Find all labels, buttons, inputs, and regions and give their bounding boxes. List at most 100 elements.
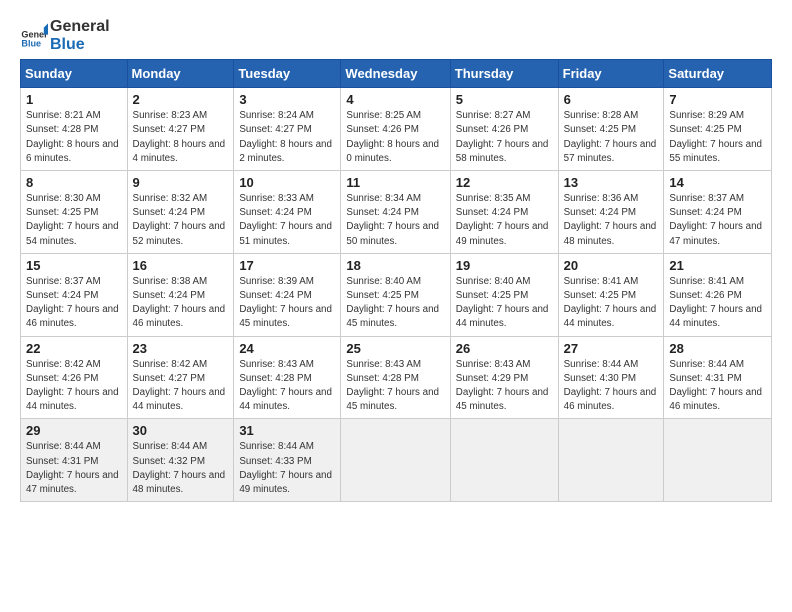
day-info: Sunrise: 8:29 AM Sunset: 4:25 PM Dayligh…	[669, 109, 766, 166]
day-info: Sunrise: 8:36 AM Sunset: 4:24 PM Dayligh…	[564, 192, 659, 249]
day-header-thursday: Thursday	[450, 60, 558, 88]
calendar-cell: 10 Sunrise: 8:33 AM Sunset: 4:24 PM Dayl…	[234, 171, 341, 254]
day-number: 14	[669, 175, 766, 190]
calendar-cell: 22 Sunrise: 8:42 AM Sunset: 4:26 PM Dayl…	[21, 336, 128, 419]
week-row-1: 1 Sunrise: 8:21 AM Sunset: 4:28 PM Dayli…	[21, 88, 772, 171]
week-row-2: 8 Sunrise: 8:30 AM Sunset: 4:25 PM Dayli…	[21, 171, 772, 254]
day-info: Sunrise: 8:33 AM Sunset: 4:24 PM Dayligh…	[239, 192, 335, 249]
calendar-cell: 17 Sunrise: 8:39 AM Sunset: 4:24 PM Dayl…	[234, 253, 341, 336]
day-header-wednesday: Wednesday	[341, 60, 450, 88]
calendar-cell: 15 Sunrise: 8:37 AM Sunset: 4:24 PM Dayl…	[21, 253, 128, 336]
day-number: 21	[669, 258, 766, 273]
calendar-cell: 21 Sunrise: 8:41 AM Sunset: 4:26 PM Dayl…	[664, 253, 772, 336]
day-number: 18	[346, 258, 444, 273]
week-row-4: 22 Sunrise: 8:42 AM Sunset: 4:26 PM Dayl…	[21, 336, 772, 419]
calendar-cell: 27 Sunrise: 8:44 AM Sunset: 4:30 PM Dayl…	[558, 336, 664, 419]
calendar-cell: 20 Sunrise: 8:41 AM Sunset: 4:25 PM Dayl…	[558, 253, 664, 336]
calendar-cell: 19 Sunrise: 8:40 AM Sunset: 4:25 PM Dayl…	[450, 253, 558, 336]
day-number: 17	[239, 258, 335, 273]
logo-blue: Blue	[50, 36, 85, 53]
calendar-cell: 9 Sunrise: 8:32 AM Sunset: 4:24 PM Dayli…	[127, 171, 234, 254]
day-number: 7	[669, 92, 766, 107]
day-number: 16	[133, 258, 229, 273]
day-number: 3	[239, 92, 335, 107]
day-number: 31	[239, 423, 335, 438]
day-info: Sunrise: 8:21 AM Sunset: 4:28 PM Dayligh…	[26, 109, 122, 166]
day-info: Sunrise: 8:43 AM Sunset: 4:28 PM Dayligh…	[239, 358, 335, 415]
calendar-header-row: SundayMondayTuesdayWednesdayThursdayFrid…	[21, 60, 772, 88]
week-row-3: 15 Sunrise: 8:37 AM Sunset: 4:24 PM Dayl…	[21, 253, 772, 336]
calendar-cell: 5 Sunrise: 8:27 AM Sunset: 4:26 PM Dayli…	[450, 88, 558, 171]
calendar-cell: 8 Sunrise: 8:30 AM Sunset: 4:25 PM Dayli…	[21, 171, 128, 254]
day-number: 20	[564, 258, 659, 273]
week-row-5: 29 Sunrise: 8:44 AM Sunset: 4:31 PM Dayl…	[21, 419, 772, 502]
calendar-cell: 28 Sunrise: 8:44 AM Sunset: 4:31 PM Dayl…	[664, 336, 772, 419]
day-info: Sunrise: 8:32 AM Sunset: 4:24 PM Dayligh…	[133, 192, 229, 249]
day-number: 4	[346, 92, 444, 107]
day-info: Sunrise: 8:39 AM Sunset: 4:24 PM Dayligh…	[239, 275, 335, 332]
calendar-cell: 7 Sunrise: 8:29 AM Sunset: 4:25 PM Dayli…	[664, 88, 772, 171]
day-info: Sunrise: 8:38 AM Sunset: 4:24 PM Dayligh…	[133, 275, 229, 332]
day-number: 12	[456, 175, 553, 190]
calendar-cell: 29 Sunrise: 8:44 AM Sunset: 4:31 PM Dayl…	[21, 419, 128, 502]
day-header-sunday: Sunday	[21, 60, 128, 88]
calendar-cell: 24 Sunrise: 8:43 AM Sunset: 4:28 PM Dayl…	[234, 336, 341, 419]
day-info: Sunrise: 8:43 AM Sunset: 4:28 PM Dayligh…	[346, 358, 444, 415]
day-info: Sunrise: 8:42 AM Sunset: 4:26 PM Dayligh…	[26, 358, 122, 415]
calendar-cell: 1 Sunrise: 8:21 AM Sunset: 4:28 PM Dayli…	[21, 88, 128, 171]
day-number: 10	[239, 175, 335, 190]
day-header-monday: Monday	[127, 60, 234, 88]
day-info: Sunrise: 8:44 AM Sunset: 4:30 PM Dayligh…	[564, 358, 659, 415]
calendar-cell	[558, 419, 664, 502]
calendar-cell	[341, 419, 450, 502]
day-number: 26	[456, 341, 553, 356]
day-info: Sunrise: 8:44 AM Sunset: 4:31 PM Dayligh…	[26, 440, 122, 497]
day-info: Sunrise: 8:35 AM Sunset: 4:24 PM Dayligh…	[456, 192, 553, 249]
day-info: Sunrise: 8:37 AM Sunset: 4:24 PM Dayligh…	[669, 192, 766, 249]
calendar-cell: 13 Sunrise: 8:36 AM Sunset: 4:24 PM Dayl…	[558, 171, 664, 254]
day-info: Sunrise: 8:44 AM Sunset: 4:32 PM Dayligh…	[133, 440, 229, 497]
day-number: 23	[133, 341, 229, 356]
day-number: 1	[26, 92, 122, 107]
calendar-cell: 4 Sunrise: 8:25 AM Sunset: 4:26 PM Dayli…	[341, 88, 450, 171]
logo-text: General Blue	[50, 18, 110, 53]
day-info: Sunrise: 8:43 AM Sunset: 4:29 PM Dayligh…	[456, 358, 553, 415]
calendar-cell: 30 Sunrise: 8:44 AM Sunset: 4:32 PM Dayl…	[127, 419, 234, 502]
day-number: 27	[564, 341, 659, 356]
day-info: Sunrise: 8:23 AM Sunset: 4:27 PM Dayligh…	[133, 109, 229, 166]
day-number: 8	[26, 175, 122, 190]
day-info: Sunrise: 8:41 AM Sunset: 4:26 PM Dayligh…	[669, 275, 766, 332]
day-number: 15	[26, 258, 122, 273]
day-number: 25	[346, 341, 444, 356]
day-number: 6	[564, 92, 659, 107]
day-header-tuesday: Tuesday	[234, 60, 341, 88]
calendar-cell: 26 Sunrise: 8:43 AM Sunset: 4:29 PM Dayl…	[450, 336, 558, 419]
logo: General Blue General Blue	[20, 18, 110, 53]
calendar-cell: 3 Sunrise: 8:24 AM Sunset: 4:27 PM Dayli…	[234, 88, 341, 171]
calendar-cell: 6 Sunrise: 8:28 AM Sunset: 4:25 PM Dayli…	[558, 88, 664, 171]
day-info: Sunrise: 8:30 AM Sunset: 4:25 PM Dayligh…	[26, 192, 122, 249]
day-info: Sunrise: 8:40 AM Sunset: 4:25 PM Dayligh…	[346, 275, 444, 332]
calendar-cell: 12 Sunrise: 8:35 AM Sunset: 4:24 PM Dayl…	[450, 171, 558, 254]
day-info: Sunrise: 8:40 AM Sunset: 4:25 PM Dayligh…	[456, 275, 553, 332]
day-info: Sunrise: 8:44 AM Sunset: 4:31 PM Dayligh…	[669, 358, 766, 415]
day-number: 5	[456, 92, 553, 107]
day-number: 9	[133, 175, 229, 190]
day-header-friday: Friday	[558, 60, 664, 88]
calendar-cell: 2 Sunrise: 8:23 AM Sunset: 4:27 PM Dayli…	[127, 88, 234, 171]
day-number: 24	[239, 341, 335, 356]
day-info: Sunrise: 8:42 AM Sunset: 4:27 PM Dayligh…	[133, 358, 229, 415]
day-info: Sunrise: 8:25 AM Sunset: 4:26 PM Dayligh…	[346, 109, 444, 166]
day-info: Sunrise: 8:44 AM Sunset: 4:33 PM Dayligh…	[239, 440, 335, 497]
calendar-cell: 18 Sunrise: 8:40 AM Sunset: 4:25 PM Dayl…	[341, 253, 450, 336]
day-info: Sunrise: 8:34 AM Sunset: 4:24 PM Dayligh…	[346, 192, 444, 249]
day-info: Sunrise: 8:24 AM Sunset: 4:27 PM Dayligh…	[239, 109, 335, 166]
page: General Blue General Blue SundayMondayTu…	[0, 0, 792, 612]
calendar-cell: 31 Sunrise: 8:44 AM Sunset: 4:33 PM Dayl…	[234, 419, 341, 502]
calendar-cell	[664, 419, 772, 502]
day-number: 13	[564, 175, 659, 190]
day-header-saturday: Saturday	[664, 60, 772, 88]
header: General Blue General Blue	[20, 18, 772, 53]
calendar-cell: 16 Sunrise: 8:38 AM Sunset: 4:24 PM Dayl…	[127, 253, 234, 336]
svg-text:Blue: Blue	[21, 38, 41, 48]
